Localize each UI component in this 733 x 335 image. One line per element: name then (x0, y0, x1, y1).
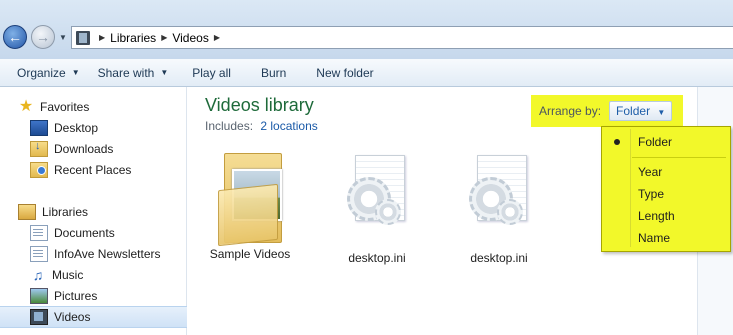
arrange-by-label: Arrange by: (539, 104, 602, 118)
menu-item-year[interactable]: Year (602, 162, 730, 182)
desktop-icon (30, 120, 48, 136)
breadcrumb-arrow-icon[interactable]: ▶ (161, 33, 167, 42)
back-button[interactable]: ← (3, 25, 27, 49)
settings-file-icon (469, 155, 529, 235)
arrange-by-dropdown[interactable]: Folder ▼ (609, 101, 673, 121)
arrange-by-menu: Folder Year Type Length Name (601, 126, 731, 252)
sidebar-item-label: Desktop (54, 121, 99, 135)
breadcrumb-libraries[interactable]: Libraries (110, 31, 156, 45)
documents-icon (30, 225, 48, 241)
menu-item-type[interactable]: Type (602, 184, 730, 204)
videos-icon (30, 309, 48, 325)
settings-file-icon (347, 155, 407, 235)
share-with-button[interactable]: Share with ▼ (89, 60, 178, 85)
documents-icon (30, 246, 48, 262)
forward-button[interactable]: → (31, 25, 55, 49)
menu-item-length[interactable]: Length (602, 206, 730, 226)
sidebar-item-label: InfoAve Newsletters (54, 247, 161, 261)
sidebar-item-desktop[interactable]: Desktop (0, 118, 216, 138)
radio-selected-icon (614, 139, 620, 145)
file-item-desktop-ini[interactable]: desktop.ini (454, 147, 544, 265)
sidebar-item-recent-places[interactable]: Recent Places (0, 160, 216, 180)
sidebar-item-videos[interactable]: Videos (0, 306, 216, 328)
music-icon: ♫ (32, 267, 44, 283)
library-includes: Includes: 2 locations (205, 119, 318, 133)
pictures-icon (30, 288, 48, 304)
sidebar-item-documents[interactable]: Documents (0, 223, 216, 243)
sidebar-item-label: Documents (54, 226, 115, 240)
file-item-desktop-ini[interactable]: desktop.ini (332, 147, 422, 265)
play-all-button[interactable]: Play all (183, 60, 240, 85)
locations-link[interactable]: 2 locations (260, 119, 317, 133)
menu-item-label: Name (638, 231, 671, 245)
sidebar-item-pictures[interactable]: Pictures (0, 286, 216, 306)
sidebar-item-label: Recent Places (54, 163, 132, 177)
sidebar-item-label: Downloads (54, 142, 114, 156)
includes-label: Includes: (205, 119, 254, 133)
sidebar-item-label: Favorites (40, 100, 90, 114)
menu-item-label: Type (638, 187, 665, 201)
arrange-by-value: Folder (616, 104, 651, 118)
folder-icon (218, 147, 282, 247)
downloads-icon (30, 140, 48, 157)
breadcrumb-arrow-icon[interactable]: ▶ (99, 33, 105, 42)
star-icon: ★ (18, 98, 34, 115)
library-title: Videos library (205, 95, 314, 115)
new-folder-button[interactable]: New folder (307, 60, 382, 85)
sidebar-item-libraries[interactable]: Libraries (0, 202, 204, 222)
menu-item-label: Year (638, 165, 663, 179)
file-name: desktop.ini (470, 251, 528, 265)
sidebar-item-music[interactable]: ♫ Music (0, 265, 216, 285)
sidebar-item-label: Pictures (54, 289, 98, 303)
breadcrumb-videos[interactable]: Videos (172, 31, 208, 45)
share-with-label: Share with (97, 65, 155, 80)
organize-button[interactable]: Organize ▼ (8, 60, 89, 85)
file-item-sample-videos[interactable]: Sample Videos (205, 147, 295, 261)
menu-item-folder[interactable]: Folder (602, 132, 730, 152)
sidebar-item-label: Videos (54, 310, 91, 324)
menu-item-label: Folder (638, 135, 673, 149)
forward-arrow-icon: → (36, 29, 50, 45)
organize-label: Organize (17, 65, 66, 80)
chevron-down-icon: ▼ (71, 68, 80, 77)
chevron-down-icon: ▼ (59, 32, 67, 42)
address-field[interactable]: ▶ Libraries ▶ Videos ▶ (71, 26, 733, 49)
video-library-icon (76, 30, 90, 45)
command-bar: Organize ▼ Share with ▼ Play all Burn Ne… (0, 59, 733, 87)
file-name: desktop.ini (348, 251, 406, 265)
file-name: Sample Videos (209, 247, 291, 261)
address-bar-area: ← → ▼ ▶ Libraries ▶ Videos ▶ (0, 0, 733, 60)
navigation-pane: ★ Favorites Desktop Downloads Recent Pla… (0, 87, 216, 335)
sidebar-item-infoave-newsletters[interactable]: InfoAve Newsletters (0, 244, 216, 264)
sidebar-item-downloads[interactable]: Downloads (0, 139, 216, 159)
menu-item-name[interactable]: Name (602, 228, 730, 248)
recent-pages-button[interactable]: ▼ (58, 31, 68, 43)
recent-places-icon (30, 162, 48, 178)
menu-separator (632, 157, 726, 158)
sidebar-item-label: Libraries (42, 205, 89, 219)
menu-item-label: Length (638, 209, 675, 223)
sidebar-item-label: Music (52, 268, 84, 282)
chevron-down-icon: ▼ (160, 68, 169, 77)
libraries-icon (18, 204, 36, 220)
sidebar-item-favorites[interactable]: ★ Favorites (0, 97, 204, 117)
burn-button[interactable]: Burn (252, 60, 295, 85)
breadcrumb-arrow-icon[interactable]: ▶ (214, 33, 220, 42)
back-arrow-icon: ← (8, 29, 22, 45)
chevron-down-icon: ▼ (657, 108, 666, 117)
arrange-by-bar: Arrange by: Folder ▼ (531, 95, 683, 127)
